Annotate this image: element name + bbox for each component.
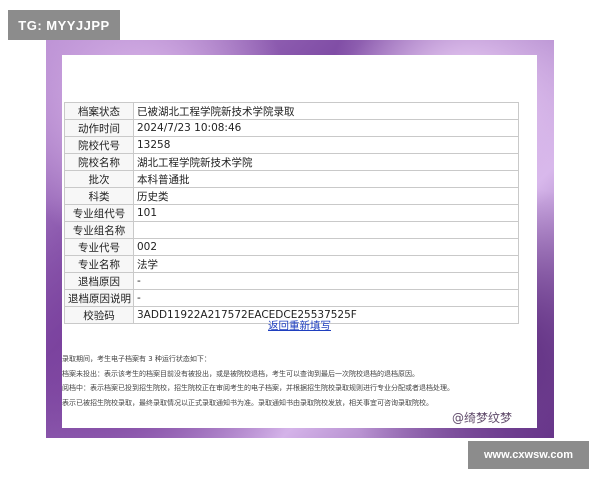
- row-value: 本科普通批: [133, 170, 519, 188]
- note-line: 表示已被招生院校录取，最终录取情况以正式录取通知书为准。录取通知书由录取院校发放…: [62, 398, 433, 407]
- admission-info-table: 档案状态 已被湖北工程学院新技术学院录取 动作时间 2024/7/23 10:0…: [64, 102, 519, 324]
- watermark-bottom-right: www.cxwsw.com: [468, 441, 589, 469]
- row-label: 院校代号: [64, 136, 134, 154]
- table-row: 档案状态 已被湖北工程学院新技术学院录取: [64, 102, 519, 120]
- row-value: -: [133, 289, 519, 307]
- row-value: 已被湖北工程学院新技术学院录取: [133, 102, 519, 120]
- row-value: 2024/7/23 10:08:46: [133, 119, 519, 137]
- row-label: 专业组名称: [64, 221, 134, 239]
- row-label: 档案状态: [64, 102, 134, 120]
- row-label: 退档原因说明: [64, 289, 134, 307]
- row-value: 湖北工程学院新技术学院: [133, 153, 519, 171]
- row-value: -: [133, 272, 519, 290]
- table-row: 科类 历史类: [64, 187, 519, 205]
- note-line: 录取期间，考生电子档案有 3 种运行状态如下：: [62, 355, 211, 363]
- reselect-link[interactable]: 返回重新填写: [62, 318, 537, 333]
- table-row: 动作时间 2024/7/23 10:08:46: [64, 119, 519, 137]
- table-row: 专业代号 002: [64, 238, 519, 256]
- row-label: 专业代号: [64, 238, 134, 256]
- note-line: 阅档中：表示档案已投到招生院校，招生院校正在审阅考生的电子档案，并根据招生院校录…: [62, 384, 454, 392]
- row-label: 退档原因: [64, 272, 134, 290]
- row-label: 科类: [64, 187, 134, 205]
- table-row: 专业组代号 101: [64, 204, 519, 222]
- table-row: 专业名称 法学: [64, 255, 519, 273]
- signature-watermark: @绮梦纹梦: [452, 411, 513, 425]
- row-label: 院校名称: [64, 153, 134, 171]
- row-value: [133, 221, 519, 239]
- table-row: 院校代号 13258: [64, 136, 519, 154]
- row-value: 历史类: [133, 187, 519, 205]
- cropped-previous-row: [70, 83, 196, 91]
- row-label: 批次: [64, 170, 134, 188]
- table-row: 批次 本科普通批: [64, 170, 519, 188]
- table-row: 退档原因 -: [64, 272, 519, 290]
- status-notes: 录取期间，考生电子档案有 3 种运行状态如下： 档案未投出：表示该考生的档案目前…: [62, 352, 527, 410]
- row-label: 专业名称: [64, 255, 134, 273]
- admission-record-page: 档案状态 已被湖北工程学院新技术学院录取 动作时间 2024/7/23 10:0…: [62, 55, 537, 428]
- row-value: 法学: [133, 255, 519, 273]
- table-row: 院校名称 湖北工程学院新技术学院: [64, 153, 519, 171]
- note-line: 档案未投出：表示该考生的档案目前没有被投出，或是被院校退档，考生可以查询到最后一…: [62, 369, 419, 378]
- row-label: 动作时间: [64, 119, 134, 137]
- row-value: 002: [133, 238, 519, 256]
- row-label: 专业组代号: [64, 204, 134, 222]
- table-row: 专业组名称: [64, 221, 519, 239]
- table-row: 退档原因说明 -: [64, 289, 519, 307]
- row-value: 101: [133, 204, 519, 222]
- row-value: 13258: [133, 136, 519, 154]
- watermark-top-left: TG: MYYJJPP: [8, 10, 120, 40]
